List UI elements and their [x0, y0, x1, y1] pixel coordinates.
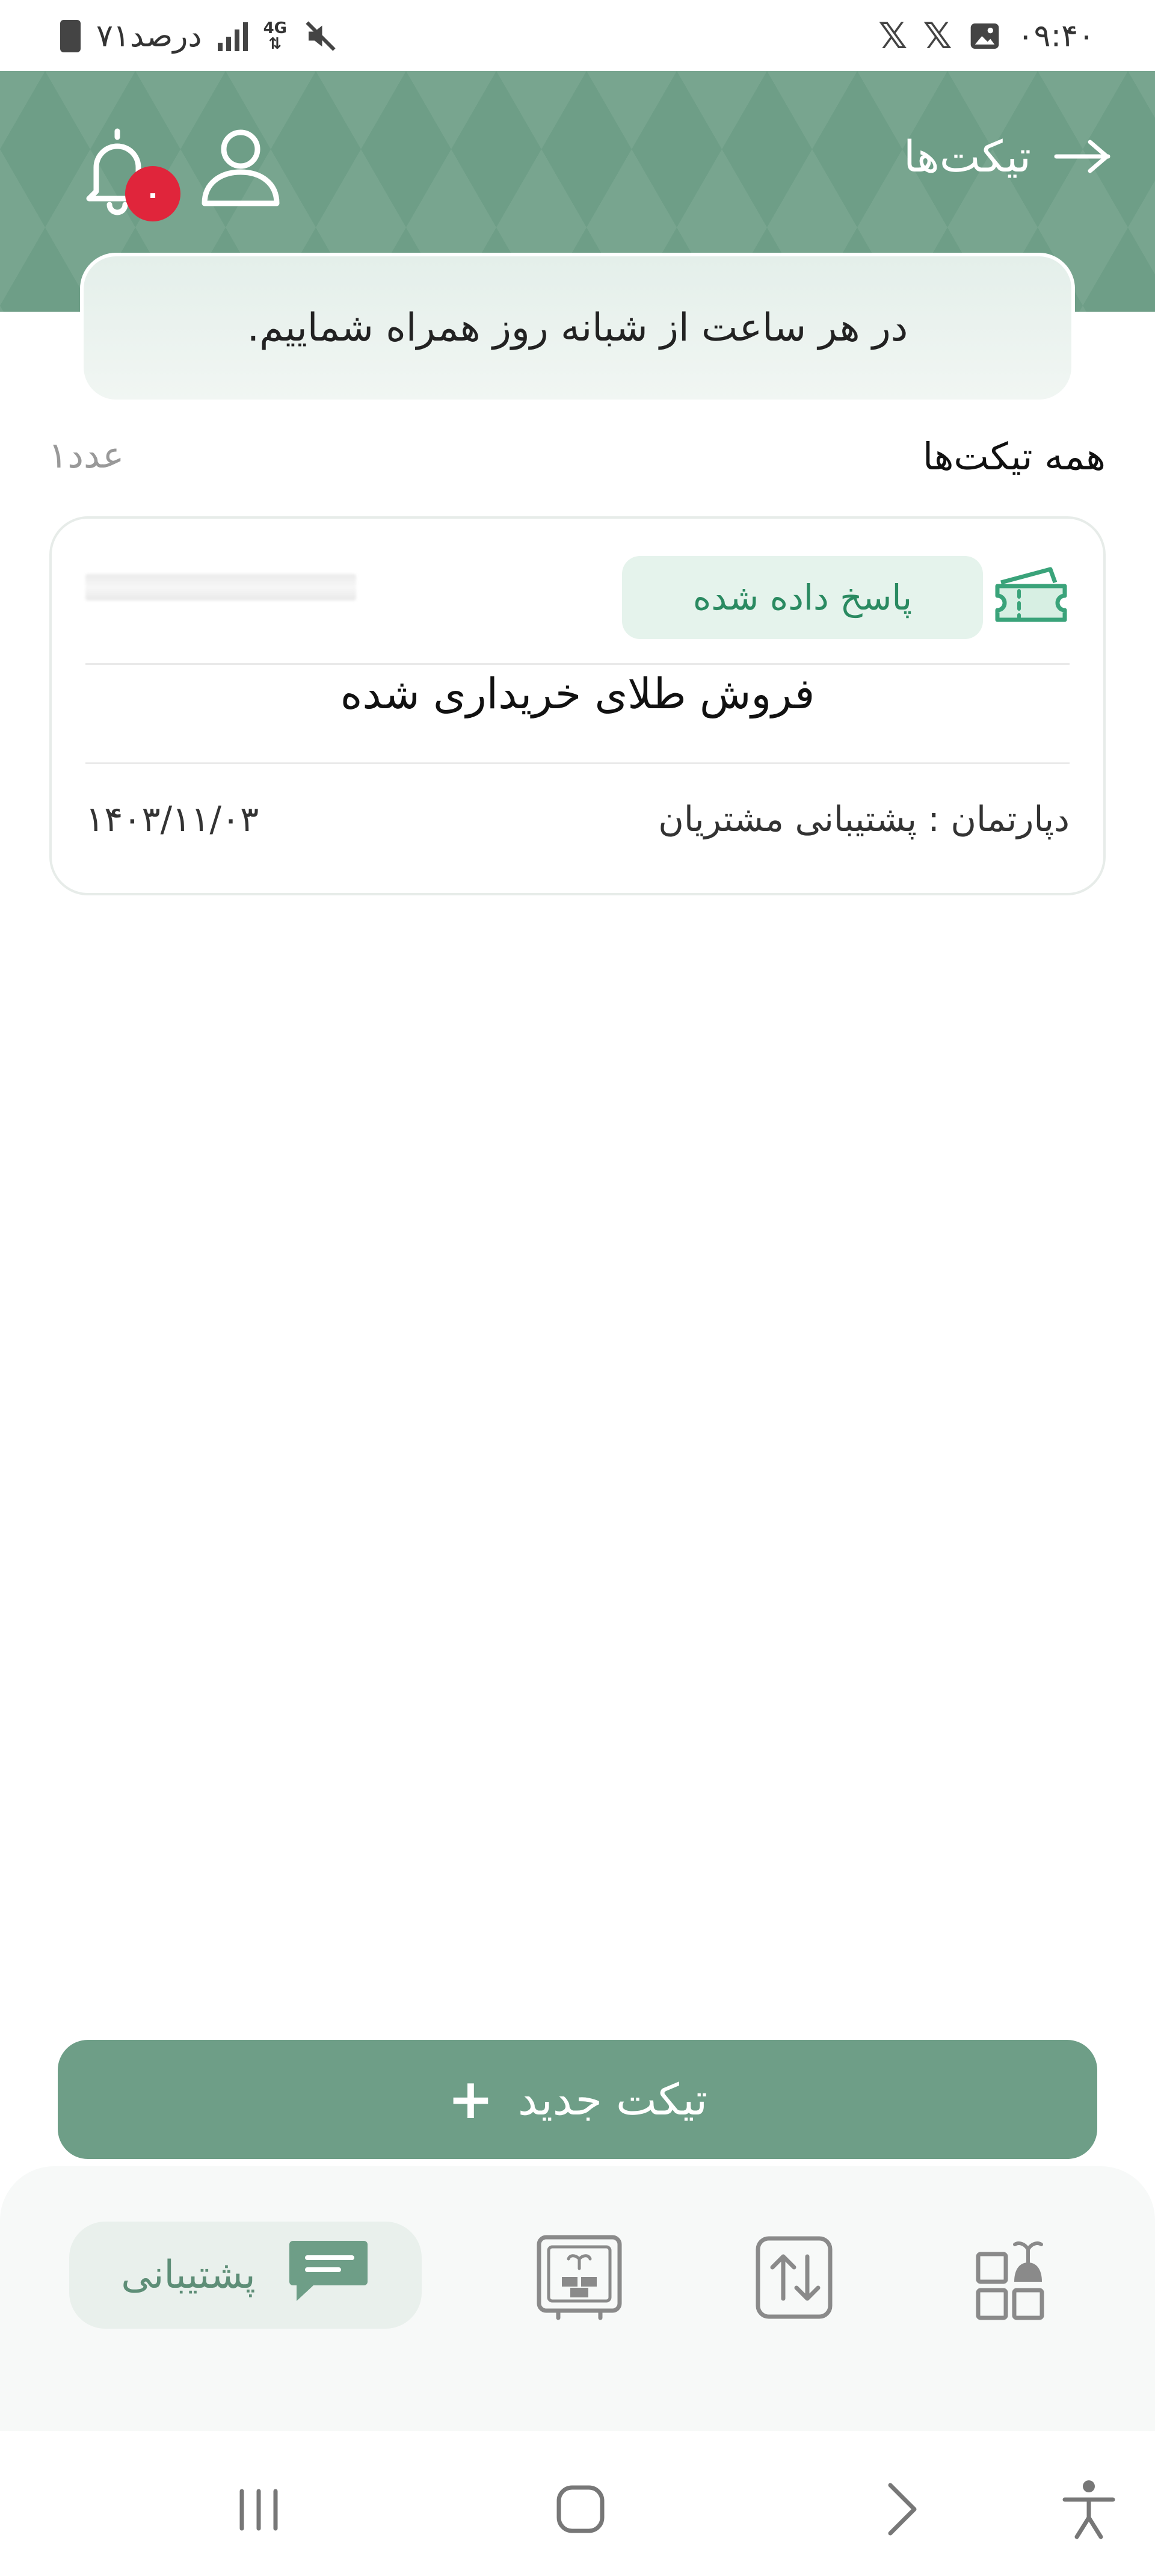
ticket-icon — [995, 567, 1067, 622]
home-icon[interactable] — [544, 2473, 617, 2545]
status-badge: پاسخ داده شده — [622, 556, 983, 639]
signal-icon — [217, 21, 248, 51]
system-nav-bar — [0, 2431, 1155, 2576]
back-icon[interactable] — [866, 2473, 938, 2545]
x-logo-icon: 𝕏 — [878, 15, 908, 57]
banner-text: در هر ساعت از شبانه روز همراه شماییم. — [247, 306, 908, 350]
support-icon — [289, 2241, 368, 2301]
ticket-date: ۱۴۰۳/۱۱/۰۳ — [85, 798, 259, 839]
mute-icon — [306, 21, 336, 51]
network-4g-icon: 4G ⇅ — [263, 19, 288, 53]
status-bar: ۷۱درصد 4G ⇅ 𝕏 𝕏 ۰۹:۴۰ — [0, 0, 1155, 71]
accessibility-icon[interactable] — [1053, 2473, 1125, 2545]
ticket-subject: فروش طلای خریداری شده — [340, 669, 815, 718]
recent-apps-icon[interactable] — [223, 2473, 295, 2545]
divider — [85, 762, 1070, 764]
ticket-department: دپارتمان : پشتیبانی مشتریان — [658, 798, 1070, 839]
battery-text: ۷۱درصد — [96, 18, 202, 54]
user-profile-icon[interactable] — [199, 125, 283, 209]
image-icon — [970, 23, 999, 49]
notification-badge: ۰ — [125, 166, 180, 221]
nav-support[interactable]: پشتیبانی — [69, 2222, 422, 2329]
new-ticket-button[interactable]: + تیکت جدید — [58, 2040, 1097, 2159]
status-bar-left: ۷۱درصد 4G ⇅ — [60, 13, 339, 59]
page-title: تیکت‌ها — [903, 131, 1031, 182]
ticket-card[interactable]: پاسخ داده شده فروش طلای خریداری شده دپار… — [49, 516, 1106, 895]
dashboard-icon[interactable] — [970, 2232, 1060, 2323]
network-label: 4G — [263, 19, 288, 37]
clock: ۰۹:۴۰ — [1017, 18, 1095, 54]
arrow-right-icon — [1054, 140, 1110, 173]
page: ۷۱درصد 4G ⇅ 𝕏 𝕏 ۰۹:۴۰ — [0, 0, 1155, 2576]
ticket-count: ۱عدد — [48, 434, 125, 477]
gold-vault-icon[interactable] — [534, 2232, 624, 2323]
divider — [85, 663, 1070, 665]
info-banner: در هر ساعت از شبانه روز همراه شماییم. — [80, 253, 1075, 403]
status-bar-right: 𝕏 𝕏 ۰۹:۴۰ — [878, 13, 1095, 59]
bottom-nav: پشتیبانی — [0, 2166, 1155, 2431]
new-ticket-label: تیکت جدید — [517, 2074, 708, 2125]
x-logo-icon: 𝕏 — [923, 15, 952, 57]
battery-icon — [60, 20, 81, 52]
nav-support-label: پشتیبانی — [121, 2253, 256, 2297]
back-button[interactable]: تیکت‌ها — [904, 126, 1113, 187]
blurred-ticket-id — [85, 574, 356, 601]
plus-icon: + — [447, 2067, 494, 2131]
transfer-icon[interactable] — [752, 2232, 842, 2323]
section-title: همه تیکت‌ها — [922, 434, 1106, 478]
